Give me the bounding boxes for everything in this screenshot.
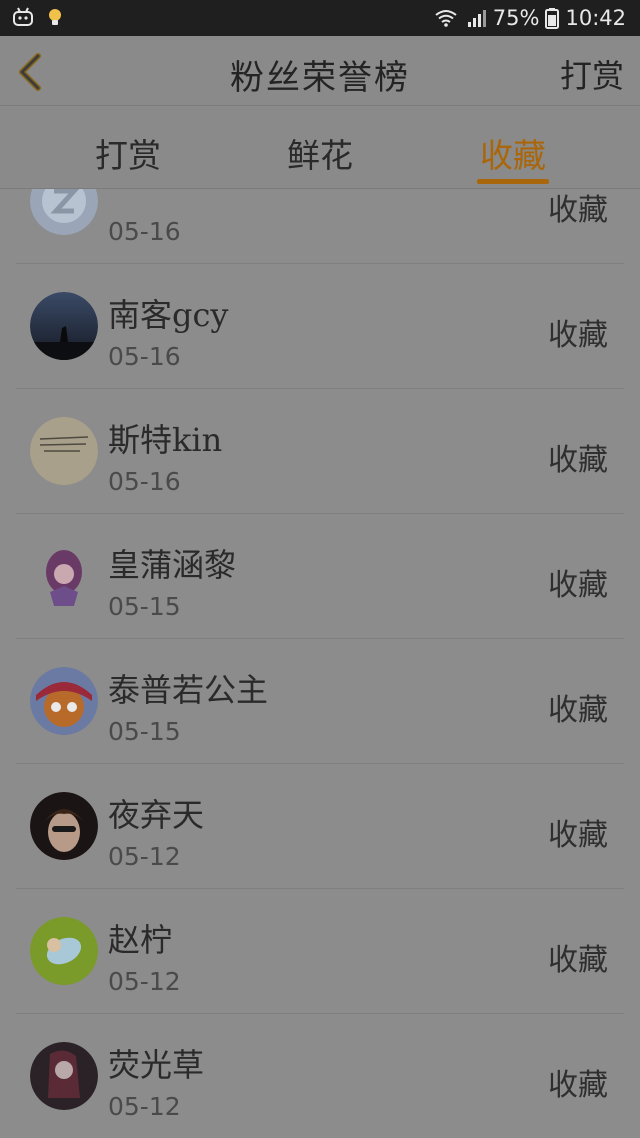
list-item[interactable]: 斯特kin 05-16 收藏 — [16, 389, 624, 514]
fan-date: 05-16 — [108, 217, 181, 246]
fan-action: 收藏 — [548, 693, 608, 728]
avatar — [30, 792, 98, 860]
tab-bar: 打赏 鲜花 收藏 — [0, 107, 640, 189]
fan-name: 泰普若公主 — [108, 671, 269, 709]
signal-icon — [467, 10, 486, 27]
fan-action: 收藏 — [548, 943, 608, 978]
avatar — [30, 667, 98, 735]
avatar — [30, 542, 98, 610]
fan-action: 收藏 — [548, 568, 608, 603]
avatar — [30, 917, 98, 985]
fan-name: 赵柠 — [108, 921, 173, 959]
fan-action: 收藏 — [548, 818, 608, 853]
avatar — [30, 189, 98, 235]
fan-name: 荧光草 — [108, 1046, 205, 1084]
fan-date: 05-15 — [108, 592, 181, 621]
fan-date: 05-16 — [108, 467, 181, 496]
tab-flowers[interactable]: 鲜花 — [285, 129, 355, 177]
fan-date: 05-15 — [108, 717, 181, 746]
list-item[interactable]: 荧光草 05-12 收藏 — [16, 1014, 624, 1138]
active-tab-indicator — [477, 179, 549, 184]
fan-date: 05-16 — [108, 342, 181, 371]
fan-list[interactable]: 05-16 收藏 南客gcy 05-16 收藏 斯特kin 05-16 收藏 皇… — [0, 189, 640, 1138]
tab-favorites[interactable]: 收藏 — [477, 129, 549, 177]
tip-button[interactable]: 打赏 — [560, 51, 624, 97]
fan-name: 斯特kin — [108, 421, 223, 459]
battery-level: 75% — [492, 6, 540, 30]
fan-date: 05-12 — [108, 967, 181, 996]
list-item[interactable]: 皇蒲涵黎 05-15 收藏 — [16, 514, 624, 639]
page-title: 粉丝荣誉榜 — [230, 58, 410, 98]
tab-tip[interactable]: 打赏 — [93, 129, 163, 177]
fan-action: 收藏 — [548, 443, 608, 478]
app-notification-icon — [13, 7, 33, 26]
fan-date: 05-12 — [108, 842, 181, 871]
status-bar: 75% 10:42 — [0, 0, 640, 36]
fan-name: 南客gcy — [108, 296, 229, 334]
app-header: 粉丝荣誉榜 打赏 — [0, 36, 640, 106]
fan-date: 05-12 — [108, 1092, 181, 1121]
list-item[interactable]: 南客gcy 05-16 收藏 — [16, 264, 624, 389]
avatar — [30, 292, 98, 360]
wifi-icon — [435, 10, 457, 27]
list-item[interactable]: 夜弃天 05-12 收藏 — [16, 764, 624, 889]
fan-name: 皇蒲涵黎 — [108, 546, 237, 584]
fan-action: 收藏 — [548, 1068, 608, 1103]
lightbulb-icon — [49, 9, 61, 25]
battery-icon — [545, 8, 560, 29]
clock: 10:42 — [565, 6, 626, 30]
fan-action: 收藏 — [548, 193, 608, 228]
fan-name: 夜弃天 — [108, 796, 205, 834]
avatar — [30, 1042, 98, 1110]
list-item[interactable]: 泰普若公主 05-15 收藏 — [16, 639, 624, 764]
list-item[interactable]: 05-16 收藏 — [16, 189, 624, 264]
avatar — [30, 417, 98, 485]
list-item[interactable]: 赵柠 05-12 收藏 — [16, 889, 624, 1014]
fan-action: 收藏 — [548, 318, 608, 353]
